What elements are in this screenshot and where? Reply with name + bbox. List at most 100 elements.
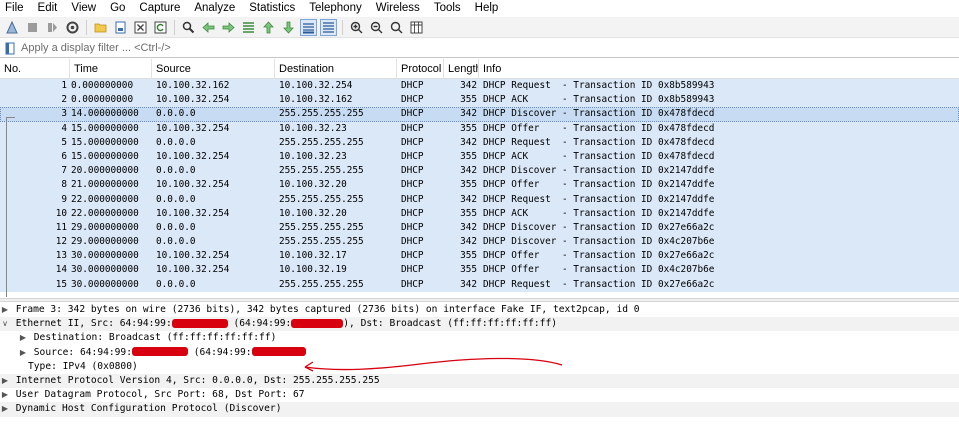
expand-arrow-icon[interactable]: ▶ <box>0 303 10 317</box>
packet-cell-dst: 10.100.32.162 <box>279 94 353 106</box>
go-first-icon[interactable] <box>260 19 277 36</box>
menu-help[interactable]: Help <box>468 0 506 17</box>
packet-details: ▶ Frame 3: 342 bytes on wire (2736 bits)… <box>0 302 959 433</box>
detail-dhcp-row[interactable]: ▶ Dynamic Host Configuration Protocol (D… <box>0 402 959 417</box>
save-file-icon[interactable] <box>112 19 129 36</box>
packet-row[interactable]: 11 29.000000000 0.0.0.0 255.255.255.255 DHCP… <box>0 220 959 236</box>
packet-cell-dst: 10.100.32.19 <box>279 264 347 276</box>
resize-columns-icon[interactable] <box>408 19 425 36</box>
menu-tools[interactable]: Tools <box>427 0 468 17</box>
packet-row[interactable]: 3 14.000000000 0.0.0.0 255.255.255.255 DHCP 3… <box>0 107 959 122</box>
packet-cell-proto: DHCP <box>401 221 424 233</box>
packet-row[interactable]: 2 0.000000000 10.100.32.254 10.100.32.162 DH… <box>0 93 959 108</box>
zoom-out-icon[interactable] <box>368 19 385 36</box>
zoom-normal-icon[interactable] <box>388 19 405 36</box>
menu-edit[interactable]: Edit <box>31 0 65 17</box>
packet-cell-info: DHCP Offer - Transaction ID 0x27e66a2c <box>483 250 715 262</box>
detail-source-text-b: (64:94:99: <box>187 346 252 358</box>
packet-cell-dst: 255.255.255.255 <box>279 221 364 233</box>
packet-row[interactable]: 8 21.000000000 10.100.32.254 10.100.32.20 DH… <box>0 178 959 193</box>
go-to-packet-icon[interactable] <box>240 19 257 36</box>
packet-cell-info: DHCP Request - Transaction ID 0x27e66a2c <box>483 278 715 290</box>
stop-square-icon[interactable] <box>24 19 41 36</box>
collapse-arrow-icon[interactable]: ∨ <box>0 317 10 331</box>
column-header-destination[interactable]: Destination <box>275 59 397 79</box>
menu-statistics[interactable]: Statistics <box>242 0 302 17</box>
packet-row[interactable]: 9 22.000000000 0.0.0.0 255.255.255.255 DHCP 3… <box>0 192 959 207</box>
packet-row[interactable]: 5 15.000000000 0.0.0.0 255.255.255.255 DHCP 3… <box>0 135 959 150</box>
packet-row[interactable]: 10 22.000000000 10.100.32.254 10.100.32.20 D… <box>0 206 959 221</box>
shark-fin-start-icon[interactable] <box>4 19 21 36</box>
detail-source-row[interactable]: ▶ Source: 64:94:99: (64:94:99: <box>0 346 959 360</box>
detail-ip-row[interactable]: ▶ Internet Protocol Version 4, Src: 0.0.… <box>0 374 959 389</box>
detail-ethernet-row[interactable]: ∨ Ethernet II, Src: 64:94:99: (64:94:99:… <box>0 317 959 332</box>
redaction-mark <box>251 347 306 357</box>
open-folder-icon[interactable] <box>92 19 109 36</box>
detail-ethernet-text-a: Ethernet II, Src: 64:94:99: <box>15 318 172 330</box>
detail-destination-row[interactable]: ▶ Destination: Broadcast (ff:ff:ff:ff:ff… <box>0 331 959 345</box>
packet-row[interactable]: 1 0.000000000 10.100.32.162 10.100.32.254 DH… <box>0 79 959 94</box>
packet-cell-proto: DHCP <box>401 278 424 290</box>
expand-arrow-icon[interactable]: ▶ <box>0 374 10 388</box>
packet-cell-info: DHCP ACK - Transaction ID 0x8b589943 <box>483 94 715 106</box>
packet-cell-len: 355 <box>460 122 477 134</box>
packet-row[interactable]: 13 30.000000000 10.100.32.254 10.100.32.17 D… <box>0 249 959 264</box>
detail-udp-row[interactable]: ▶ User Datagram Protocol, Src Port: 68, … <box>0 388 959 402</box>
menu-file[interactable]: File <box>0 0 31 17</box>
detail-frame-row[interactable]: ▶ Frame 3: 342 bytes on wire (2736 bits)… <box>0 303 959 317</box>
packet-cell-src: 10.100.32.162 <box>156 80 230 91</box>
colorize-icon[interactable] <box>320 18 337 36</box>
menu-view[interactable]: View <box>64 0 103 17</box>
find-magnifier-icon[interactable] <box>180 19 197 36</box>
packet-row[interactable]: 12 29.000000000 0.0.0.0 255.255.255.255 DHCP… <box>0 235 959 250</box>
column-header-length[interactable]: Length <box>444 59 479 79</box>
menu-wireless[interactable]: Wireless <box>369 0 427 17</box>
menu-go[interactable]: Go <box>103 0 132 17</box>
toolbar-separator <box>342 19 343 35</box>
display-filter-input[interactable] <box>17 39 959 57</box>
packet-cell-dst: 255.255.255.255 <box>279 136 364 148</box>
options-gear-icon[interactable] <box>64 19 81 36</box>
close-file-icon[interactable] <box>132 19 149 36</box>
packet-cell-info: DHCP Offer - Transaction ID 0x478fdecd <box>483 122 715 134</box>
packet-row[interactable]: 14 30.000000000 10.100.32.254 10.100.32.19 D… <box>0 263 959 278</box>
menu-analyze[interactable]: Analyze <box>187 0 242 17</box>
packet-cell-len: 342 <box>460 278 477 290</box>
expand-arrow-icon[interactable]: ▶ <box>0 388 10 402</box>
go-back-icon[interactable] <box>200 19 217 36</box>
expand-arrow-icon[interactable]: ▶ <box>0 402 10 416</box>
packet-cell-time: 29.000000000 <box>71 221 139 233</box>
packet-row[interactable]: 15 30.000000000 0.0.0.0 255.255.255.255 DHCP… <box>0 277 959 292</box>
column-header-protocol[interactable]: Protocol <box>397 59 444 79</box>
packet-cell-no: 1 <box>61 80 67 91</box>
packet-row[interactable]: 6 15.000000000 10.100.32.254 10.100.32.23 DH… <box>0 149 959 165</box>
menu-telephony[interactable]: Telephony <box>302 0 368 17</box>
go-forward-icon[interactable] <box>220 19 237 36</box>
bookmark-filter-icon[interactable] <box>3 41 17 56</box>
zoom-in-icon[interactable] <box>348 19 365 36</box>
column-header-time[interactable]: Time <box>70 59 152 79</box>
column-header-source[interactable]: Source <box>152 59 275 79</box>
related-packets-bracket <box>6 117 15 297</box>
packet-cell-proto: DHCP <box>401 236 424 248</box>
autoscroll-icon[interactable] <box>300 18 317 36</box>
packet-cell-proto: DHCP <box>401 108 424 120</box>
menu-capture[interactable]: Capture <box>132 0 187 17</box>
column-header-info[interactable]: Info <box>479 59 959 79</box>
packet-cell-len: 342 <box>460 236 477 248</box>
packet-cell-info: DHCP Discover - Transaction ID 0x27e66a2… <box>483 221 715 233</box>
column-header-no[interactable]: No. <box>0 59 70 79</box>
expand-arrow-icon[interactable]: ▶ <box>18 331 28 345</box>
detail-type-row[interactable]: Type: IPv4 (0x0800) <box>0 360 959 374</box>
reload-icon[interactable] <box>152 19 169 36</box>
packet-cell-len: 355 <box>460 264 477 276</box>
packet-row[interactable]: 4 15.000000000 10.100.32.254 10.100.32.23 DH… <box>0 121 959 136</box>
packet-cell-len: 355 <box>460 207 477 219</box>
expand-arrow-icon[interactable]: ▶ <box>18 346 28 360</box>
restart-icon[interactable] <box>44 19 61 36</box>
go-last-icon[interactable] <box>280 19 297 36</box>
packet-row[interactable]: 7 20.000000000 0.0.0.0 255.255.255.255 DHCP 3… <box>0 164 959 179</box>
packet-cell-proto: DHCP <box>401 207 424 219</box>
packet-cell-info: DHCP ACK - Transaction ID 0x478fdecd <box>483 150 715 162</box>
packet-cell-time: 15.000000000 <box>71 150 139 162</box>
